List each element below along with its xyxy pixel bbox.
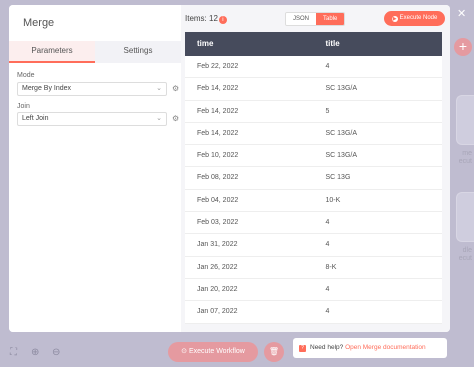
execute-node-label: Execute Node [399,15,438,21]
title-cell: SC 13G [325,174,351,182]
column-header: time [197,39,214,48]
execute-workflow-label: Execute Workflow [188,348,245,355]
background-node-sublabel: ecut [458,255,472,262]
table-row: Feb 14, 2022 SC 13G/A [185,123,442,146]
table-row: Feb 14, 2022 5 [185,101,442,123]
table-row: Feb 14, 2022 SC 13G/A [185,78,442,101]
mode-value: Merge By Index [22,85,72,92]
parameters-panel: Merge Parameters Settings Mode Merge By … [9,5,181,332]
title-cell: 10-K [325,196,341,204]
table-row: Feb 03, 2022 4 [185,212,442,235]
tab-parameters[interactable]: Parameters [9,41,95,63]
time-cell: Feb 08, 2022 [197,174,239,182]
time-cell: Feb 04, 2022 [197,196,239,204]
time-cell: Jan 26, 2022 [197,263,238,271]
table-row: Jan 07, 2022 4 [185,301,442,324]
join-value: Left Join [22,115,49,122]
execute-workflow-button[interactable]: ⊙ Execute Workflow [168,342,258,362]
zoom-in-icon[interactable]: ⊕ [31,347,39,358]
view-toggle: JSON Table [285,12,346,26]
title-cell: 8-K [325,263,337,271]
close-icon[interactable]: ✕ [457,7,466,20]
join-select[interactable]: Left Join ⌄ [17,112,167,126]
gear-icon[interactable]: ⚙ [172,114,179,123]
time-cell: Jan 20, 2022 [197,285,238,293]
table-row: Feb 10, 2022 SC 13G/A [185,145,442,168]
mode-select[interactable]: Merge By Index ⌄ [17,82,167,96]
table-row: Jan 20, 2022 4 [185,279,442,302]
time-cell: Feb 03, 2022 [197,219,239,227]
output-panel: Items: 12 i JSON Table ▶ Execute Node time… [181,5,450,332]
time-cell: Feb 10, 2022 [197,152,239,160]
play-icon: ⊙ [181,348,188,355]
time-cell: Feb 22, 2022 [197,63,239,70]
title-cell: 5 [325,107,330,115]
tab-settings[interactable]: Settings [95,41,181,63]
table-body: Feb 22, 2022 4 Feb 14, 2022 SC 13G/A Feb 14,… [185,56,442,324]
title-cell: SC 13G/A [325,152,358,160]
table-row: Feb 22, 2022 4 [185,56,442,79]
items-value: 12 [209,14,218,23]
trash-icon[interactable]: 🗑 [264,342,284,362]
table-header: time title [185,32,442,56]
table-row: Feb 04, 2022 10-K [185,190,442,213]
gear-icon[interactable]: ⚙ [172,84,179,93]
output-table: time title Feb 22, 2022 4 Feb 14, 2022 SC 1… [185,32,442,324]
chevron-down-icon: ⌄ [156,85,162,92]
table-row: Jan 31, 2022 4 [185,234,442,257]
background-node-label: me [462,150,472,157]
column-header: title [325,39,340,48]
add-node-icon[interactable]: + [454,38,472,56]
documentation-link[interactable]: Open Merge documentation [345,344,426,351]
info-icon[interactable]: i [218,16,227,24]
items-count: Items: 12 i [185,14,227,24]
background-node [456,95,474,145]
help-box: ? Need help? Open Merge documentation [293,338,447,358]
background-node-sublabel: ecut [458,158,472,165]
help-text: Need help? [310,344,344,351]
join-label: Join [17,103,30,110]
table-view-button[interactable]: Table [316,13,345,25]
time-cell: Jan 07, 2022 [197,308,238,316]
background-node-label: dle [462,247,472,254]
time-cell: Feb 14, 2022 [197,129,239,137]
title-cell: 4 [325,285,330,293]
zoom-out-icon[interactable]: ⊖ [52,347,60,358]
title-cell: SC 13G/A [325,85,358,93]
title-cell: 4 [325,308,330,316]
time-cell: Feb 14, 2022 [197,85,239,93]
title-cell: 4 [325,219,330,227]
panel-tabs: Parameters Settings [9,41,181,63]
node-details-modal: Merge Parameters Settings Mode Merge By … [9,5,450,332]
time-cell: Jan 31, 2022 [197,241,238,249]
background-node [456,192,474,242]
execute-node-button[interactable]: ▶ Execute Node [384,11,445,26]
json-view-button[interactable]: JSON [286,13,317,25]
mode-label: Mode [17,72,35,79]
title-cell: 4 [325,241,330,249]
table-row: Feb 08, 2022 SC 13G [185,167,442,190]
chevron-down-icon: ⌄ [156,115,162,122]
title-cell: 4 [325,63,330,70]
table-row: Jan 26, 2022 8-K [185,257,442,279]
fit-view-icon[interactable]: ⛶ [10,347,17,358]
play-icon: ▶ [391,15,398,22]
question-icon: ? [299,345,306,352]
items-label: Items: [185,14,207,23]
time-cell: Feb 14, 2022 [197,107,239,115]
node-title: Merge [23,17,55,29]
title-cell: SC 13G/A [325,129,358,137]
